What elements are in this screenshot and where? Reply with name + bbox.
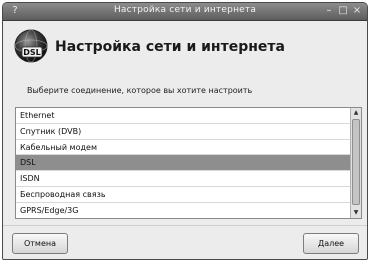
list-item[interactable]: Ethernet	[16, 108, 350, 124]
list-scrollbar[interactable]: ▲ ▼	[350, 108, 361, 218]
footer-divider	[3, 225, 367, 226]
window-title: Настройка сети и интернета	[113, 5, 257, 15]
title-bar[interactable]: ? Настройка сети и интернета – □ ×	[3, 3, 367, 21]
scroll-up-icon[interactable]: ▲	[351, 108, 361, 118]
maximize-icon[interactable]: □	[337, 5, 349, 17]
close-icon[interactable]: ×	[351, 5, 363, 17]
list-item[interactable]: DSL	[16, 155, 350, 172]
dsl-globe-icon: DSL	[14, 29, 48, 63]
dsl-logo-label: DSL	[23, 48, 41, 57]
next-button[interactable]: Далее	[303, 233, 359, 254]
connection-list-items: Ethernet Спутник (DVB) Кабельный модем DSL I…	[16, 108, 350, 218]
page-title: Настройка сети и интернета	[55, 39, 285, 55]
list-item[interactable]: GPRS/Edge/3G	[16, 203, 350, 218]
scroll-down-icon[interactable]: ▼	[351, 208, 361, 218]
minimize-icon[interactable]: –	[323, 5, 335, 17]
connection-list[interactable]: Ethernet Спутник (DVB) Кабельный модем DSL I…	[15, 107, 362, 219]
network-setup-window: ? Настройка сети и интернета – □ × DSL Н…	[2, 2, 368, 260]
list-item[interactable]: ISDN	[16, 171, 350, 187]
dialog-header: DSL Настройка сети и интернета	[3, 21, 367, 73]
scroll-thumb[interactable]	[352, 119, 360, 205]
list-item[interactable]: Беспроводная связь	[16, 187, 350, 203]
list-item[interactable]: Спутник (DVB)	[16, 124, 350, 140]
list-item[interactable]: Кабельный модем	[16, 140, 350, 156]
instruction-text: Выберите соединение, которое вы хотите н…	[27, 86, 253, 95]
cancel-button[interactable]: Отмена	[12, 233, 68, 254]
